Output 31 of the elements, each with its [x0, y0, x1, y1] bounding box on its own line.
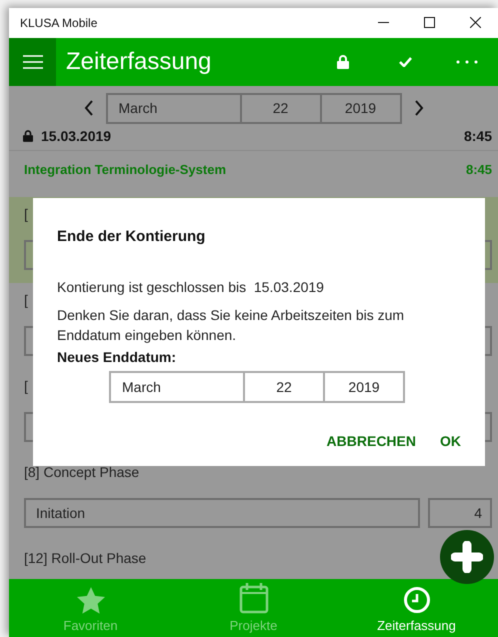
star-icon	[76, 587, 104, 614]
close-icon[interactable]	[470, 17, 480, 28]
field-label: Neues Enddatum:	[57, 348, 178, 365]
plus-icon	[451, 540, 483, 573]
minimize-icon[interactable]	[378, 22, 388, 24]
hours-field[interactable]: 4	[428, 498, 492, 528]
more-icon	[456, 60, 478, 64]
date-label: 15.03.2019	[41, 128, 112, 144]
dialog-button[interactable]: OK	[440, 432, 461, 449]
lock-icon	[337, 54, 349, 69]
check-icon	[398, 56, 412, 67]
phase-label: [	[24, 206, 28, 222]
dialog-title: Ende der Kontierung	[57, 228, 206, 245]
dialog-message: Kontierung ist geschlossen bis 15.03.2019	[57, 278, 325, 295]
dialog-button[interactable]: ABBRECHEN	[326, 432, 416, 449]
dialog-note: Denken Sie daran, dass Sie keine Arbeitszeiten bis zum Enddatum eingeben können.	[57, 306, 406, 345]
phase-label: [8] Concept Phase	[24, 464, 140, 480]
window-title: KLUSA Mobile	[20, 16, 98, 30]
activity-field[interactable]: Initation	[24, 498, 420, 528]
maximize-icon[interactable]	[424, 17, 434, 28]
calendar-icon	[238, 582, 268, 614]
nav-tab[interactable]: Zeiterfassung	[335, 578, 498, 637]
phase-label: [	[24, 292, 28, 308]
phase-label: [12] Roll-Out Phase	[24, 550, 146, 566]
page-title: Zeiterfassung	[66, 48, 212, 76]
day-total: 8:45	[464, 128, 492, 144]
project-total: 8:45	[466, 162, 492, 177]
menu-icon	[22, 54, 42, 69]
phase-label: [	[24, 378, 28, 394]
menu-button[interactable]	[9, 38, 56, 86]
clock-icon	[402, 586, 430, 614]
